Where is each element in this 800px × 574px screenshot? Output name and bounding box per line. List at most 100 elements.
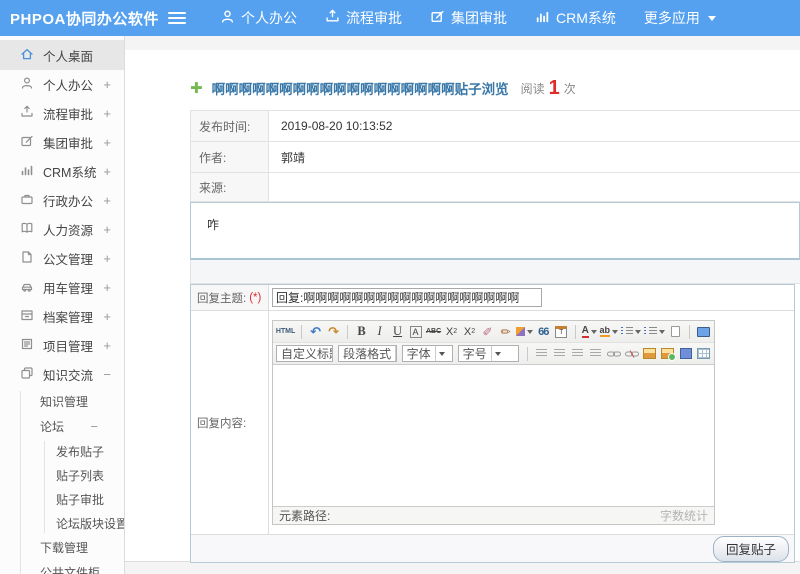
expand-icon[interactable]: +: [103, 164, 111, 179]
underline-button[interactable]: U: [390, 323, 405, 340]
reply-subject-input[interactable]: [272, 288, 542, 307]
italic-button[interactable]: I: [372, 323, 387, 340]
expand-icon[interactable]: +: [103, 222, 111, 237]
element-path-label: 元素路径:: [279, 509, 331, 523]
bold-button[interactable]: B: [354, 323, 369, 340]
insert-table-button[interactable]: [696, 345, 711, 362]
expand-icon[interactable]: +: [103, 77, 111, 92]
media-icon: [679, 348, 692, 359]
user-icon: [20, 76, 43, 93]
read-count: 1: [548, 77, 560, 99]
sidebar-item-public-file-cabinet[interactable]: 公共文件柜: [0, 560, 124, 574]
remove-format-button[interactable]: ABC: [426, 323, 441, 340]
read-label: 阅读: [520, 81, 545, 96]
undo-icon[interactable]: ↶: [308, 323, 323, 340]
fullscreen-button[interactable]: [696, 323, 711, 340]
align-right-button[interactable]: [570, 345, 585, 362]
sidebar-item-document-mgmt[interactable]: 公文管理 +: [0, 244, 124, 273]
sidebar-item-knowledge-exchange[interactable]: 知识交流 −: [0, 360, 124, 389]
expand-icon[interactable]: +: [103, 338, 111, 353]
plus-icon: ✚: [190, 80, 203, 97]
nav-more-apps[interactable]: 更多应用: [644, 8, 716, 28]
sidebar-item-knowledge-mgmt[interactable]: 知识管理: [0, 389, 124, 414]
superscript-button[interactable]: X2: [444, 323, 459, 340]
sidebar-item-vehicle-mgmt[interactable]: 用车管理 +: [0, 273, 124, 302]
align-left-button[interactable]: [534, 345, 549, 362]
workflow-icon: [20, 105, 43, 122]
expand-icon[interactable]: +: [103, 251, 111, 266]
paragraph-format-dropdown[interactable]: 段落格式: [338, 345, 397, 362]
link-icon: [606, 351, 621, 356]
sidebar-item-post-list[interactable]: 贴子列表: [0, 463, 124, 487]
author-label: 作者:: [191, 142, 269, 172]
redo-icon[interactable]: ↷: [326, 323, 341, 340]
editor-toolbar-row2: 自定义标题 段落格式 字体 字号: [273, 343, 714, 365]
nav-group-approval[interactable]: 集团审批: [430, 8, 507, 28]
nav-personal-office[interactable]: 个人办公: [220, 8, 297, 28]
chevron-down-icon: [526, 329, 533, 334]
insert-media-button[interactable]: [678, 345, 693, 362]
font-family-dropdown[interactable]: 字体: [401, 345, 453, 362]
unordered-list-button[interactable]: [644, 323, 666, 340]
sidebar-item-post-approval[interactable]: 贴子审批: [0, 487, 124, 511]
nav-crm-system[interactable]: CRM系统: [535, 8, 616, 28]
reply-content-label: 回复内容:: [191, 311, 269, 534]
required-mark: (*): [249, 291, 262, 304]
collapse-icon[interactable]: −: [90, 419, 98, 434]
link-button[interactable]: [606, 345, 621, 362]
post-table-footer: [191, 260, 800, 284]
expand-icon[interactable]: +: [103, 135, 111, 150]
custom-heading-dropdown[interactable]: 自定义标题: [276, 345, 334, 362]
expand-icon[interactable]: +: [103, 193, 111, 208]
nav-workflow-approval[interactable]: 流程审批: [325, 8, 402, 28]
insert-image-button[interactable]: [642, 345, 657, 362]
eraser-icon[interactable]: ✐: [480, 323, 495, 340]
book-icon: [20, 221, 43, 238]
sidebar-item-desktop[interactable]: 个人桌面: [0, 40, 124, 70]
page-icon: [671, 326, 681, 337]
insert-multi-image-button[interactable]: [660, 345, 676, 362]
bar-chart-icon: [535, 9, 550, 27]
quick-format-button[interactable]: [516, 323, 533, 340]
format-brush-icon[interactable]: ✏: [498, 323, 513, 340]
new-page-button[interactable]: [668, 323, 683, 340]
edit-icon: [20, 134, 43, 151]
post-detail-table: 发布时间: 2019-08-20 10:13:52 作者: 郭靖 来源: 咋: [190, 110, 800, 284]
sidebar-item-archive-mgmt[interactable]: 档案管理 +: [0, 302, 124, 331]
source-code-button[interactable]: HTML: [276, 323, 295, 340]
sidebar-item-workflow-approval[interactable]: 流程审批 +: [0, 99, 124, 128]
align-center-button[interactable]: [552, 345, 567, 362]
insert-date-button[interactable]: T: [554, 323, 569, 340]
font-color-button[interactable]: A: [581, 323, 597, 340]
sidebar-item-admin-office[interactable]: 行政办公 +: [0, 186, 124, 215]
expand-icon[interactable]: +: [103, 106, 111, 121]
sidebar-item-post-create[interactable]: 发布贴子: [0, 439, 124, 463]
editor-content-area[interactable]: [273, 365, 714, 506]
sidebar-item-crm[interactable]: CRM系统 +: [0, 157, 124, 186]
reply-submit-button[interactable]: 回复贴子: [712, 535, 789, 562]
sidebar-item-forum[interactable]: 论坛 −: [0, 414, 124, 439]
read-unit: 次: [563, 81, 576, 96]
expand-icon[interactable]: +: [103, 280, 111, 295]
sidebar-item-project-mgmt[interactable]: 项目管理 +: [0, 331, 124, 360]
collapse-icon[interactable]: −: [103, 367, 111, 382]
font-size-dropdown[interactable]: 字号: [457, 345, 520, 362]
blockquote-button[interactable]: 66: [536, 323, 551, 340]
ordered-list-button[interactable]: [620, 323, 642, 340]
color-splash-icon: [516, 327, 525, 336]
highlight-color-button[interactable]: ab: [599, 323, 619, 340]
multi-image-icon: [661, 348, 676, 361]
rich-text-editor: HTML ↶ ↷ B I U A ABC X 2 X 2 ✐ ✏ 66 T A …: [272, 320, 715, 525]
sidebar-item-hr[interactable]: 人力资源 +: [0, 215, 124, 244]
sidebar-item-download-mgmt[interactable]: 下载管理: [0, 535, 124, 560]
sidebar-item-forum-board-settings[interactable]: 论坛版块设置: [0, 511, 124, 535]
justify-button[interactable]: [588, 345, 603, 362]
strikethrough-button[interactable]: A: [409, 325, 422, 338]
subscript-button[interactable]: X2: [462, 323, 477, 340]
menu-toggle-icon[interactable]: [168, 12, 186, 24]
sidebar-item-group-approval[interactable]: 集团审批 +: [0, 128, 124, 157]
unlink-button[interactable]: [624, 345, 639, 362]
sidebar-item-personal-office[interactable]: 个人办公 +: [0, 70, 124, 99]
expand-icon[interactable]: +: [103, 309, 111, 324]
chevron-down-icon: [659, 329, 666, 334]
